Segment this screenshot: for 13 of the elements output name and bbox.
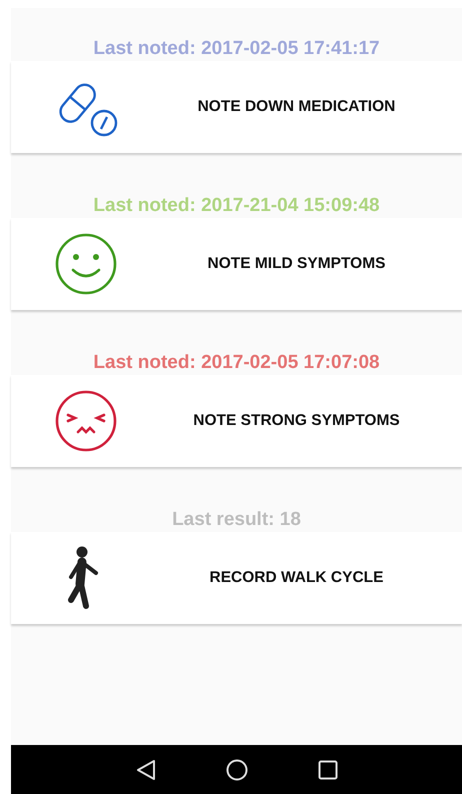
recents-icon[interactable]: [318, 760, 338, 780]
pained-face-icon: [54, 389, 118, 453]
last-noted-caption: Last noted: 2017-02-05 17:41:17: [92, 37, 381, 61]
smiley-icon: [54, 232, 118, 296]
action-card[interactable]: RECORD WALK CYCLE: [11, 532, 462, 624]
action-card[interactable]: NOTE MILD SYMPTOMS: [11, 218, 462, 310]
last-noted-caption: Last noted: 2017-02-05 17:07:08: [92, 351, 381, 375]
last-noted-caption: Last noted: 2017-21-04 15:09:48: [92, 194, 381, 218]
home-icon[interactable]: [226, 758, 248, 780]
action-card[interactable]: NOTE DOWN MEDICATION: [11, 61, 462, 153]
back-icon[interactable]: [136, 758, 156, 780]
action-card[interactable]: NOTE STRONG SYMPTOMS: [11, 375, 462, 467]
last-noted-caption: Last result: 18: [171, 508, 302, 532]
